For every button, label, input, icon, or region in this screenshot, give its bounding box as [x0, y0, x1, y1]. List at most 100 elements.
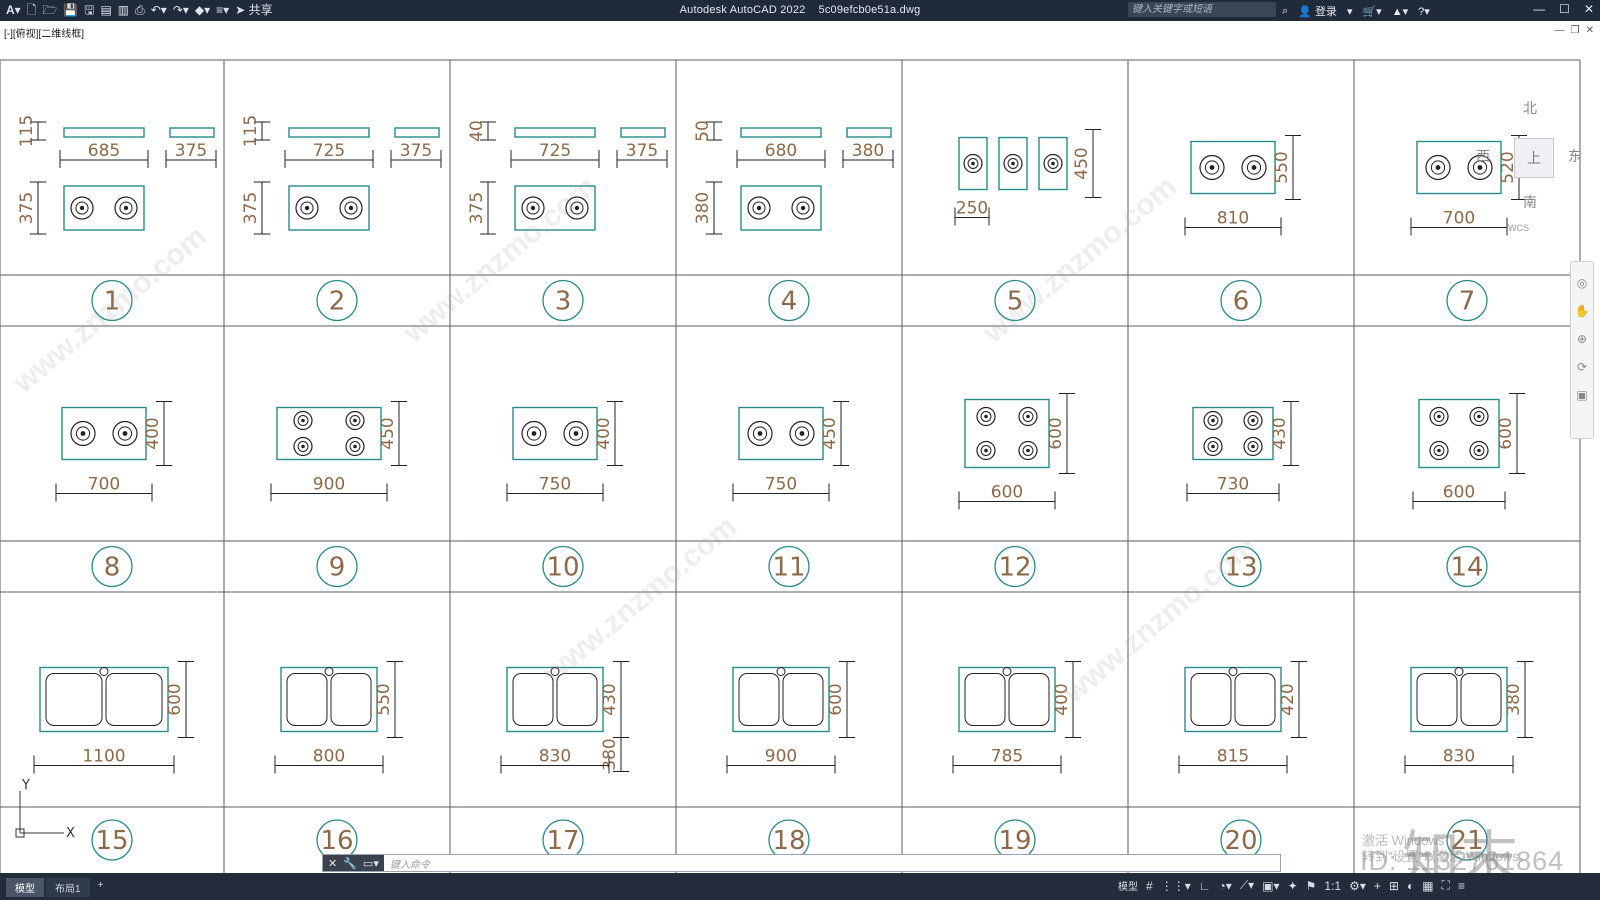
search-icon[interactable]: ⌕: [1282, 5, 1288, 18]
tab-model[interactable]: 模型: [6, 878, 44, 897]
ortho-icon[interactable]: ∟: [1199, 879, 1211, 893]
viewport-minimize-icon[interactable]: —: [1555, 25, 1565, 36]
scale-selector[interactable]: 1:1: [1324, 879, 1341, 893]
search-input[interactable]: 键入关键字或短语: [1128, 2, 1276, 17]
navigation-bar[interactable]: ◎ ✋ ⊕ ⟳ ▣: [1570, 261, 1594, 439]
showmotion-icon[interactable]: ▣: [1571, 388, 1593, 402]
workspace-icon[interactable]: ◆▾: [195, 3, 210, 18]
viewport-controls-label[interactable]: [-][俯视][二维线框]: [4, 25, 84, 40]
cooktop-plan: [276, 406, 382, 461]
command-input[interactable]: 键入命令: [390, 856, 430, 871]
workspace-switch-icon[interactable]: ⚙▾: [1349, 879, 1366, 893]
login-button[interactable]: 👤 登录: [1298, 3, 1337, 19]
viewport-close-icon[interactable]: ✕: [1586, 25, 1594, 36]
sink-bowl: [782, 673, 824, 726]
zoom-icon[interactable]: ⊕: [1571, 332, 1593, 346]
annotation-monitor-icon[interactable]: +: [1374, 879, 1381, 893]
command-line[interactable]: ✕ 🔧 ▭▾ 键入命令: [322, 854, 1281, 872]
burner-center: [1251, 444, 1255, 449]
viewcube-south[interactable]: 南: [1523, 192, 1537, 212]
save-as-icon[interactable]: 🖫: [84, 3, 94, 18]
status-bar: 模型 布局1 + 模型 # ⋮⋮▾ ∟ ◔▾ ⟋▾ ▣▾ ✦ ⚑ 1:1 ⚙▾ …: [0, 873, 1600, 900]
orbit-icon[interactable]: ⟳: [1571, 360, 1593, 374]
units-icon[interactable]: ⊞: [1389, 879, 1399, 893]
grid-icon[interactable]: #: [1146, 879, 1153, 893]
customize-qat-icon[interactable]: ≡▾: [216, 3, 229, 18]
height-dimension: 600: [1496, 417, 1516, 449]
snap-icon[interactable]: ⋮⋮▾: [1161, 879, 1191, 893]
burner-center: [1026, 414, 1030, 419]
redo-icon[interactable]: ↷▾: [173, 3, 189, 18]
minimize-icon[interactable]: —: [1533, 2, 1545, 16]
close-command-line-icon[interactable]: ✕: [328, 857, 337, 870]
cart-icon[interactable]: 🛒▾: [1362, 5, 1381, 18]
maximize-icon[interactable]: ☐: [1559, 2, 1570, 16]
burner-center: [1051, 161, 1055, 166]
burner-center: [348, 205, 354, 211]
height-dimension: 450: [820, 417, 840, 449]
sink-bowl: [330, 673, 372, 726]
viewcube-east[interactable]: 东: [1568, 146, 1582, 166]
viewcube-face[interactable]: 上: [1514, 138, 1554, 178]
burner-center: [1251, 418, 1255, 423]
depth-dimension: 375: [175, 141, 207, 161]
viewcube-west[interactable]: 西: [1476, 146, 1490, 166]
steering-wheel-icon[interactable]: ◎: [1571, 276, 1593, 290]
save-web-icon[interactable]: ▥: [118, 3, 129, 18]
burner-center: [1211, 418, 1215, 423]
recent-commands-icon[interactable]: ▭▾: [363, 857, 379, 870]
isolate-objects-icon[interactable]: ◐: [1407, 879, 1414, 893]
viewcube-north[interactable]: 北: [1523, 98, 1537, 118]
help-icon[interactable]: ?▾: [1418, 5, 1430, 18]
clean-screen-icon[interactable]: ⛶: [1442, 878, 1450, 893]
hardware-accel-icon[interactable]: ▦: [1422, 879, 1433, 893]
width-dimension: 600: [991, 483, 1023, 503]
drawing-canvas[interactable]: 1 115 685 375 375 2 115 725 375 375 3 40 725 375 375 4 5…: [0, 43, 1600, 892]
search-placeholder: 键入关键字或短语: [1132, 4, 1212, 15]
a360-icon[interactable]: ▲▾: [1392, 5, 1408, 18]
cooktop-elevation: [288, 127, 370, 138]
plot-icon[interactable]: ⎙: [135, 3, 145, 18]
open-web-icon[interactable]: ▤: [100, 3, 111, 18]
ucs-y-label: Y: [21, 778, 30, 793]
open-file-icon[interactable]: 🗁: [42, 3, 57, 18]
annotation-scale-icon[interactable]: ✦: [1288, 879, 1298, 893]
tab-layout1[interactable]: 布局1: [46, 878, 90, 897]
add-layout-icon[interactable]: +: [92, 878, 110, 897]
object-snap-icon[interactable]: ▣▾: [1262, 879, 1279, 893]
save-icon[interactable]: 💾: [63, 3, 78, 18]
customize-command-icon[interactable]: 🔧: [343, 857, 357, 870]
cooktop-plan: [512, 406, 598, 461]
share-button[interactable]: ➤ 共享: [235, 3, 272, 18]
burner-center: [353, 444, 357, 449]
undo-icon[interactable]: ↶▾: [151, 3, 167, 18]
polar-icon[interactable]: ◔▾: [1218, 879, 1231, 893]
burner-center: [757, 431, 763, 436]
viewport-restore-icon[interactable]: ❐: [1571, 25, 1580, 36]
cooktop-side-view: [846, 127, 892, 138]
view-cube[interactable]: 北 西 东 南 上 WCS: [1468, 98, 1582, 233]
faucet: [1454, 667, 1464, 676]
burner-center: [574, 205, 580, 211]
item-number: 1: [104, 287, 121, 317]
new-file-icon[interactable]: 🗋: [27, 3, 37, 18]
annotation-visibility-icon[interactable]: ⚑: [1306, 879, 1317, 893]
model-space-toggle[interactable]: 模型: [1118, 878, 1138, 893]
autocad-logo-icon[interactable]: A▾: [6, 3, 21, 18]
customize-statusbar-icon[interactable]: ≡: [1458, 879, 1465, 893]
pan-icon[interactable]: ✋: [1571, 304, 1593, 318]
sink-bowl: [1008, 673, 1050, 726]
item-number: 8: [104, 553, 121, 583]
burner-center: [353, 418, 357, 423]
sink-bowl: [1234, 673, 1276, 726]
wcs-menu[interactable]: WCS: [1508, 223, 1529, 233]
isodraft-icon[interactable]: ⟋▾: [1240, 878, 1254, 893]
sink-outline: [39, 666, 169, 733]
login-dropdown-icon[interactable]: ▾: [1347, 5, 1353, 18]
depth-dimension: 375: [241, 192, 261, 224]
width-dimension: 600: [1443, 483, 1475, 503]
burner-center: [122, 431, 128, 436]
burner-center: [1251, 165, 1257, 170]
close-icon[interactable]: ✕: [1584, 2, 1594, 16]
burner-center: [1437, 448, 1441, 453]
